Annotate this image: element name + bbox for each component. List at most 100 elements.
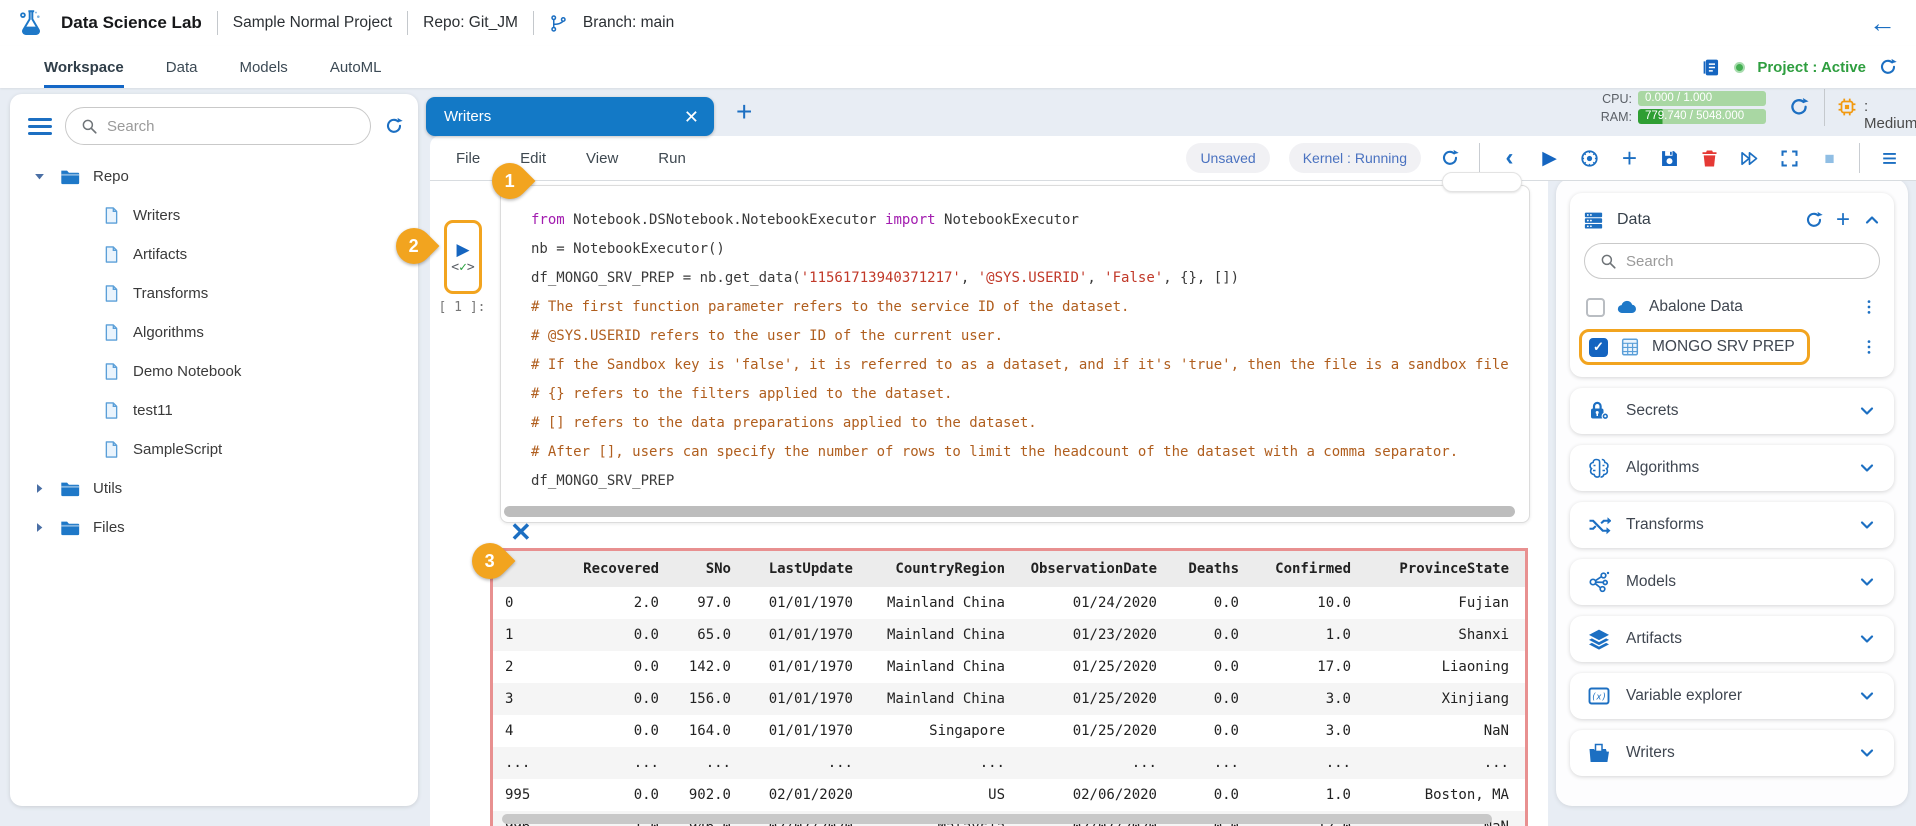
kernel-refresh-icon[interactable]	[1440, 148, 1460, 168]
add-cell-icon[interactable]: +	[1619, 148, 1640, 169]
menu-edit[interactable]: Edit	[520, 150, 546, 167]
section-transforms[interactable]: Transforms	[1570, 502, 1894, 548]
chevron-down-icon[interactable]	[1857, 515, 1877, 535]
app-title: Data Science Lab	[61, 13, 202, 33]
caret-right-icon[interactable]	[32, 520, 47, 535]
caret-down-icon[interactable]	[32, 169, 47, 184]
data-cell: NaN	[1367, 715, 1525, 747]
tree-folder-utils[interactable]: Utils	[10, 469, 418, 508]
tree-file-samplescript[interactable]: SampleScript	[10, 430, 418, 469]
save-icon[interactable]	[1659, 148, 1680, 169]
chevron-down-icon[interactable]	[1857, 686, 1877, 706]
chevron-down-icon[interactable]	[1857, 572, 1877, 592]
menu-run[interactable]: Run	[658, 150, 686, 167]
kebab-menu-icon[interactable]	[1860, 298, 1878, 316]
cell-run-controls: ▶ <✓>	[444, 220, 482, 294]
tree-file-algorithms[interactable]: Algorithms	[10, 313, 418, 352]
nav-tab-automl[interactable]: AutoML	[330, 46, 382, 88]
tree-file-test11[interactable]: test11	[10, 391, 418, 430]
column-header: SNo	[675, 551, 747, 587]
tree-file-transforms[interactable]: Transforms	[10, 274, 418, 313]
tree-file-writers[interactable]: Writers	[10, 196, 418, 235]
tree-folder-repo[interactable]: Repo	[10, 157, 418, 196]
back-arrow-icon[interactable]: ←	[1869, 10, 1896, 37]
checkbox-unchecked[interactable]	[1586, 298, 1605, 317]
table-row: 9950.0902.002/01/2020US02/06/20200.01.0B…	[493, 779, 1525, 811]
explorer-search-input[interactable]	[107, 118, 356, 135]
section-label: Secrets	[1626, 402, 1679, 420]
run-all-icon[interactable]	[1739, 148, 1760, 169]
tree-file-demo-notebook[interactable]: Demo Notebook	[10, 352, 418, 391]
code-cell[interactable]: from Notebook.DSNotebook.NotebookExecuto…	[500, 185, 1530, 523]
scroll-indicator[interactable]	[1442, 172, 1522, 192]
data-cell: ...	[1173, 747, 1255, 779]
tab-writers[interactable]: Writers ✕	[426, 97, 714, 136]
tree-file-artifacts[interactable]: Artifacts	[10, 235, 418, 274]
output-close-icon[interactable]: ✕	[510, 519, 532, 545]
data-refresh-icon[interactable]	[1804, 210, 1824, 230]
code-editor[interactable]: from Notebook.DSNotebook.NotebookExecuto…	[501, 186, 1529, 496]
resource-refresh-icon[interactable]	[1788, 96, 1810, 118]
ram-row: RAM: 779.740 / 5048.000	[1590, 109, 1766, 124]
caret-right-icon[interactable]	[32, 481, 47, 496]
nav-tab-models[interactable]: Models	[239, 46, 287, 88]
project-status-text: Project : Active	[1757, 59, 1866, 76]
output-horizontal-scrollbar[interactable]	[502, 814, 1492, 824]
chevron-down-icon[interactable]	[1857, 743, 1877, 763]
tree-file-label: Writers	[133, 207, 180, 224]
data-cell: 3.0	[1255, 683, 1367, 715]
code-horizontal-scrollbar[interactable]	[504, 506, 1515, 517]
project-log-icon[interactable]	[1701, 57, 1722, 78]
tree-file-label: Transforms	[133, 285, 208, 302]
chevron-down-icon[interactable]	[1857, 401, 1877, 421]
tree-folder-label: Repo	[93, 168, 129, 185]
chevron-up-icon[interactable]	[1862, 210, 1882, 230]
cpu-row: CPU: 0.000 / 1.000	[1590, 91, 1766, 106]
section-variable-explorer[interactable]: (x)Variable explorer	[1570, 673, 1894, 719]
file-icon	[102, 440, 121, 459]
data-cell: 164.0	[675, 715, 747, 747]
section-algorithms[interactable]: Algorithms	[1570, 445, 1894, 491]
data-search-input[interactable]	[1626, 253, 1865, 270]
data-item-abalone-data[interactable]: Abalone Data	[1582, 287, 1882, 327]
kernel-settings-icon[interactable]	[1579, 148, 1600, 169]
delete-icon[interactable]	[1699, 148, 1720, 169]
chevron-down-icon[interactable]	[1857, 629, 1877, 649]
file-icon	[102, 206, 121, 225]
code-line: # @SYS.USERID refers to the user ID of t…	[531, 322, 1519, 351]
new-tab-button[interactable]: +	[736, 98, 752, 126]
menu-icon[interactable]: ≡	[1879, 148, 1900, 169]
section-label: Algorithms	[1626, 459, 1699, 477]
app-logo-flask-icon	[16, 8, 46, 38]
chevron-down-icon[interactable]	[1857, 458, 1877, 478]
data-item-mongo-srv-prep[interactable]: ✓MONGO SRV PREP	[1582, 327, 1882, 367]
menu-view[interactable]: View	[586, 150, 618, 167]
code-line: # [] refers to the data preparations app…	[531, 409, 1519, 438]
kebab-menu-icon[interactable]	[1860, 338, 1878, 356]
nav-tab-workspace[interactable]: Workspace	[44, 46, 124, 88]
section-artifacts[interactable]: Artifacts	[1570, 616, 1894, 662]
data-panel-title: Data	[1617, 211, 1792, 229]
explorer-refresh-icon[interactable]	[384, 116, 404, 136]
menu-file[interactable]: File	[456, 150, 480, 167]
section-secrets[interactable]: Secrets	[1570, 388, 1894, 434]
run-icon[interactable]: ▶	[1539, 148, 1560, 169]
variable-icon: (x)	[1587, 684, 1611, 708]
section-models[interactable]: Models	[1570, 559, 1894, 605]
code-line: # {} refers to the filters applied to th…	[531, 380, 1519, 409]
tree-folder-files[interactable]: Files	[10, 508, 418, 547]
run-cell-icon[interactable]: ▶	[456, 241, 469, 258]
cpu-usage-pill: 0.000 / 1.000	[1638, 91, 1766, 106]
stop-icon[interactable]: ■	[1819, 148, 1840, 169]
tab-close-icon[interactable]: ✕	[684, 108, 699, 126]
checkbox-checked[interactable]: ✓	[1589, 338, 1608, 357]
data-add-icon[interactable]: +	[1836, 208, 1850, 232]
nav-tab-data[interactable]: Data	[166, 46, 198, 88]
data-cell: 17.0	[1255, 651, 1367, 683]
explorer-menu-icon[interactable]	[28, 118, 52, 135]
chevron-left-icon[interactable]: ‹	[1499, 148, 1520, 169]
section-writers[interactable]: Writers	[1570, 730, 1894, 776]
fullscreen-icon[interactable]	[1779, 148, 1800, 169]
project-refresh-icon[interactable]	[1878, 57, 1898, 77]
data-cell: ...	[563, 747, 675, 779]
